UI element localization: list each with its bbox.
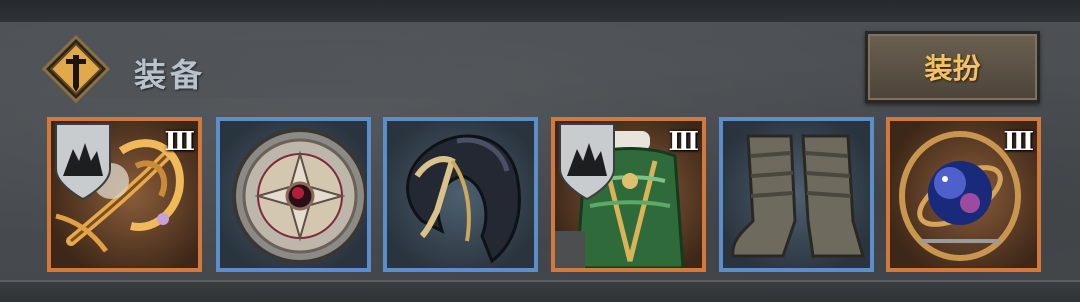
tier-badge: III <box>1003 127 1034 157</box>
shield-icon <box>232 128 367 264</box>
tier-badge: III <box>164 127 195 157</box>
tier-badge: III <box>668 127 699 157</box>
section-title: 装备 <box>134 56 207 94</box>
equipment-slot-staff[interactable]: III <box>47 117 202 272</box>
equipment-slot-hood[interactable] <box>383 117 538 272</box>
equipment-slot-shield[interactable] <box>216 117 371 272</box>
equipment-slot-armor[interactable]: III <box>551 117 706 272</box>
boots-icon <box>731 134 865 258</box>
sword-emblem-icon <box>42 35 110 103</box>
equipment-slot-boots[interactable] <box>719 117 874 272</box>
next-panel-strip <box>0 280 1080 302</box>
hood-icon <box>406 134 521 264</box>
dress-up-button-label: 装扮 <box>924 52 981 85</box>
faction-shield-badge <box>55 123 111 201</box>
faction-shield-badge <box>559 123 615 201</box>
equipment-slot-orb[interactable]: III <box>886 117 1041 272</box>
dress-up-button[interactable]: 装扮 <box>865 31 1040 103</box>
top-frame-strip <box>0 0 1080 24</box>
